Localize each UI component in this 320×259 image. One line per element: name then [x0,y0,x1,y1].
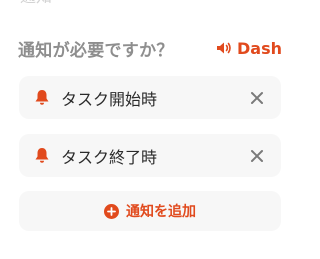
bell-icon [33,147,51,165]
notification-label: タスク終了時 [61,147,158,167]
notification-settings-screen: 通知 通知が必要ですか？ Dash タスク開始時 [0,0,300,259]
sound-label: Dash [237,38,282,58]
add-notification-button[interactable]: 通知を追加 [19,191,281,231]
question-title: 通知が必要ですか？ [18,40,174,61]
add-notification-label: 通知を追加 [126,204,196,220]
faded-scrolled-text: 通知 [20,0,72,8]
notification-item: タスク終了時 [19,134,281,177]
question-row: 通知が必要ですか？ Dash [18,36,282,61]
sound-toggle[interactable]: Dash [216,39,282,58]
remove-notification-close-icon[interactable] [247,88,267,108]
speaker-icon [216,41,232,55]
notification-item: タスク開始時 [19,76,281,119]
plus-circle-icon [104,203,119,219]
bell-icon [33,89,51,107]
notification-label: タスク開始時 [61,89,158,109]
remove-notification-close-icon[interactable] [247,146,267,166]
